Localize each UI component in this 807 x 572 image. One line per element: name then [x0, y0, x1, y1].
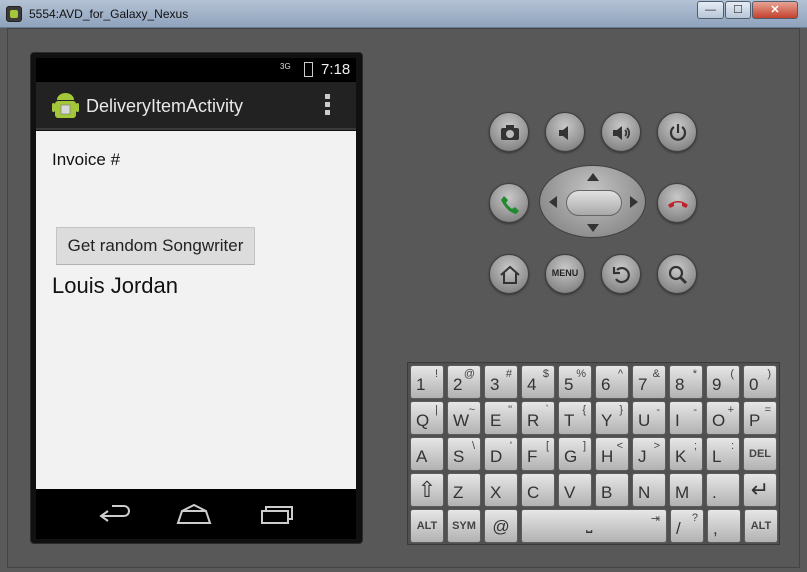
search-icon — [668, 265, 687, 284]
key-2-3[interactable]: F[ — [521, 437, 555, 471]
dpad-up-icon[interactable] — [587, 173, 599, 181]
key-2-6[interactable]: J > — [632, 437, 666, 471]
key-0-8[interactable]: 9( — [706, 365, 740, 399]
volume-down-icon — [559, 126, 568, 140]
key-0-6[interactable]: 7 & — [632, 365, 666, 399]
key-3-5[interactable]: B — [595, 473, 629, 507]
home-hardware-button[interactable] — [489, 254, 529, 294]
key-1-8[interactable]: O + — [706, 401, 740, 435]
hardware-keyboard: ALT SYM @ ⎵ ⇥ /? , ALT 1! 2 @3 #4 $5% 6 ^ 7 & 8 * 9… — [407, 362, 780, 545]
activity-title: DeliveryItemActivity — [86, 96, 244, 116]
space-key[interactable]: ⎵ ⇥ — [521, 509, 667, 543]
dpad[interactable] — [539, 165, 646, 238]
home-icon[interactable] — [176, 503, 212, 527]
back-arrow-icon — [612, 267, 630, 284]
key-0-3[interactable]: 4 $ — [521, 365, 555, 399]
key-1-0[interactable]: Q | — [410, 401, 444, 435]
maximize-button[interactable]: ☐ — [725, 1, 751, 19]
key-3-3[interactable]: C — [521, 473, 555, 507]
window-title: 5554:AVD_for_Galaxy_Nexus — [29, 7, 189, 21]
action-bar: DeliveryItemActivity — [36, 82, 356, 130]
activity-content: Invoice # Get random Songwriter Louis Jo… — [36, 131, 356, 489]
key-2-9[interactable]: DEL — [743, 437, 777, 471]
menu-hardware-button[interactable]: MENU — [545, 254, 585, 294]
key-3-0[interactable]: ⇧ — [410, 473, 444, 507]
key-2-2[interactable]: D ' — [484, 437, 518, 471]
key-3-8[interactable]: . — [706, 473, 740, 507]
call-button[interactable] — [489, 183, 529, 223]
status-bar: 3G 7:18 — [36, 58, 356, 82]
at-key[interactable]: @ — [484, 509, 518, 543]
key-0-4[interactable]: 5% — [558, 365, 592, 399]
search-hardware-button[interactable] — [657, 254, 697, 294]
close-button[interactable]: ✕ — [752, 1, 798, 19]
overflow-menu-icon[interactable] — [323, 94, 331, 120]
key-2-7[interactable]: K; — [669, 437, 703, 471]
key-1-1[interactable]: W ~ — [447, 401, 481, 435]
key-3-6[interactable]: N — [632, 473, 666, 507]
volume-up-button[interactable] — [601, 112, 641, 152]
window-titlebar: 5554:AVD_for_Galaxy_Nexus — ☐ ✕ — [0, 0, 807, 28]
sym-key[interactable]: SYM — [447, 509, 481, 543]
songwriter-name: Louis Jordan — [52, 273, 178, 298]
key-3-1[interactable]: Z — [447, 473, 481, 507]
key-1-5[interactable]: Y} — [595, 401, 629, 435]
key-2-1[interactable]: S \ — [447, 437, 481, 471]
key-1-3[interactable]: R ` — [521, 401, 555, 435]
back-hardware-button[interactable] — [601, 254, 641, 294]
alt-right-key[interactable]: ALT — [744, 509, 778, 543]
dpad-center-button[interactable] — [566, 190, 622, 216]
key-3-9[interactable]: ↵ — [743, 473, 777, 507]
key-2-4[interactable]: G] — [558, 437, 592, 471]
key-1-9[interactable]: P = — [743, 401, 777, 435]
dpad-right-icon[interactable] — [630, 196, 638, 208]
battery-icon — [304, 62, 313, 77]
key-0-9[interactable]: 0) — [743, 365, 777, 399]
navigation-bar — [36, 489, 356, 539]
menu-label: MENU — [551, 268, 579, 278]
key-0-2[interactable]: 3 # — [484, 365, 518, 399]
end-call-button[interactable] — [657, 183, 697, 223]
slash-key[interactable]: /? — [670, 509, 704, 543]
alt-left-key[interactable]: ALT — [410, 509, 444, 543]
key-3-7[interactable]: M — [669, 473, 703, 507]
key-1-6[interactable]: U- — [632, 401, 666, 435]
key-1-7[interactable]: I- — [669, 401, 703, 435]
key-0-1[interactable]: 2 @ — [447, 365, 481, 399]
end-call-icon — [668, 201, 688, 208]
comma-key[interactable]: , — [707, 509, 741, 543]
back-icon[interactable] — [98, 503, 134, 527]
camera-icon — [501, 125, 519, 140]
key-2-8[interactable]: L: — [706, 437, 740, 471]
status-time: 7:18 — [321, 61, 351, 78]
camera-button[interactable] — [489, 112, 529, 152]
recent-apps-icon[interactable] — [258, 503, 294, 527]
invoice-label: Invoice # — [52, 150, 121, 169]
key-3-4[interactable]: V — [558, 473, 592, 507]
key-0-5[interactable]: 6 ^ — [595, 365, 629, 399]
volume-up-icon — [613, 126, 630, 140]
key-2-5[interactable]: H < — [595, 437, 629, 471]
house-icon — [500, 265, 520, 284]
power-button[interactable] — [657, 112, 697, 152]
call-icon — [501, 196, 519, 214]
dpad-down-icon[interactable] — [587, 224, 599, 232]
key-3-2[interactable]: X — [484, 473, 518, 507]
key-0-7[interactable]: 8 * — [669, 365, 703, 399]
emulator-app-icon — [6, 6, 22, 22]
key-2-0[interactable]: A — [410, 437, 444, 471]
minimize-button[interactable]: — — [697, 1, 724, 19]
dpad-left-icon[interactable] — [549, 196, 557, 208]
get-random-songwriter-button[interactable]: Get random Songwriter — [56, 227, 255, 265]
volume-down-button[interactable] — [545, 112, 585, 152]
power-icon — [669, 124, 687, 141]
key-1-2[interactable]: E " — [484, 401, 518, 435]
key-1-4[interactable]: T{ — [558, 401, 592, 435]
key-0-0[interactable]: 1! — [410, 365, 444, 399]
network-indicator: 3G — [280, 62, 291, 71]
android-app-icon — [52, 93, 79, 118]
